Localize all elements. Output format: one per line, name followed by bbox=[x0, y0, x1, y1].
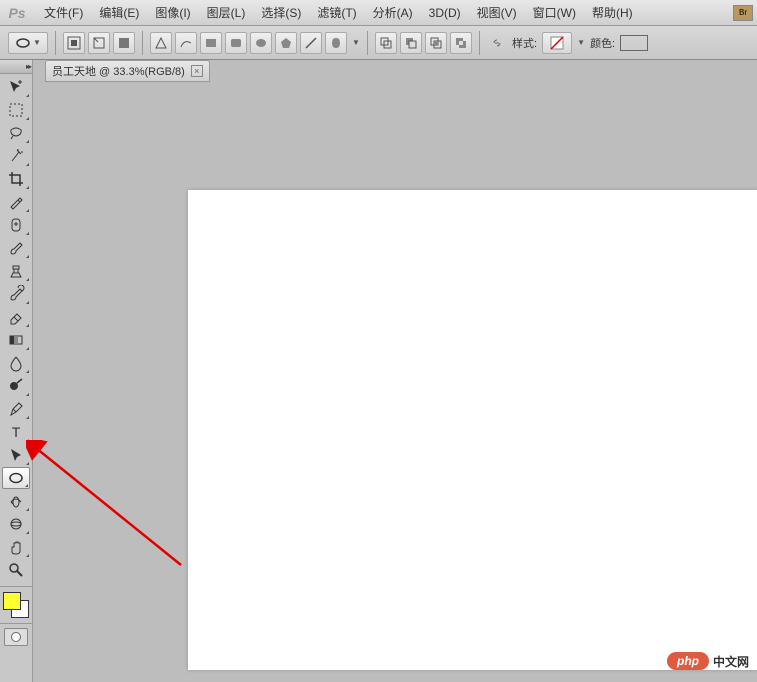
ellipse-shape-icon[interactable] bbox=[250, 32, 272, 54]
menu-layer[interactable]: 图层(L) bbox=[199, 0, 254, 25]
magic-wand-tool[interactable] bbox=[2, 145, 30, 167]
current-shape-dropdown[interactable]: ▼ bbox=[8, 32, 48, 54]
path-selection-tool[interactable] bbox=[2, 444, 30, 466]
menu-3d[interactable]: 3D(D) bbox=[421, 2, 469, 24]
path-intersect-mode[interactable] bbox=[425, 32, 447, 54]
healing-brush-tool[interactable] bbox=[2, 214, 30, 236]
svg-text:T: T bbox=[12, 424, 21, 440]
blur-tool[interactable] bbox=[2, 352, 30, 374]
eraser-tool[interactable] bbox=[2, 306, 30, 328]
watermark-text: 中文网 bbox=[713, 653, 749, 670]
3d-rotate-tool[interactable] bbox=[2, 490, 30, 512]
bridge-icon[interactable]: Br bbox=[733, 5, 753, 21]
menu-edit[interactable]: 编辑(E) bbox=[91, 0, 147, 25]
move-tool[interactable] bbox=[2, 76, 30, 98]
color-picker bbox=[0, 589, 32, 621]
hand-tool[interactable] bbox=[2, 536, 30, 558]
menu-analysis[interactable]: 分析(A) bbox=[365, 0, 421, 25]
menu-view[interactable]: 视图(V) bbox=[469, 0, 525, 25]
menu-image[interactable]: 图像(I) bbox=[147, 0, 198, 25]
expand-arrows-icon: ▸▸ bbox=[26, 62, 30, 71]
path-exclude-mode[interactable] bbox=[450, 32, 472, 54]
clone-stamp-tool[interactable] bbox=[2, 260, 30, 282]
pen-tool[interactable] bbox=[2, 398, 30, 420]
link-icon[interactable] bbox=[489, 35, 505, 51]
shape-layers-mode[interactable] bbox=[63, 32, 85, 54]
rounded-rect-shape-icon[interactable] bbox=[225, 32, 247, 54]
palette-expand-toggle[interactable]: ▸▸ bbox=[0, 60, 32, 74]
tool-palette: ▸▸ T bbox=[0, 60, 33, 682]
path-add-mode[interactable] bbox=[375, 32, 397, 54]
menu-bar: Ps 文件(F) 编辑(E) 图像(I) 图层(L) 选择(S) 滤镜(T) 分… bbox=[0, 0, 757, 26]
watermark: php 中文网 bbox=[667, 652, 749, 670]
marquee-tool[interactable] bbox=[2, 99, 30, 121]
path-subtract-mode[interactable] bbox=[400, 32, 422, 54]
ellipse-shape-tool[interactable] bbox=[2, 467, 30, 489]
ellipse-icon bbox=[15, 35, 31, 51]
app-logo: Ps bbox=[2, 1, 32, 25]
mask-icon bbox=[11, 632, 21, 642]
canvas[interactable] bbox=[188, 190, 757, 670]
type-tool[interactable]: T bbox=[2, 421, 30, 443]
line-shape-icon[interactable] bbox=[300, 32, 322, 54]
dropdown-arrow-icon: ▼ bbox=[33, 38, 41, 47]
lasso-tool[interactable] bbox=[2, 122, 30, 144]
menu-select[interactable]: 选择(S) bbox=[253, 0, 309, 25]
quick-mask-toggle[interactable] bbox=[4, 628, 28, 646]
menu-help[interactable]: 帮助(H) bbox=[584, 0, 641, 25]
paths-mode[interactable] bbox=[88, 32, 110, 54]
custom-shape-icon[interactable] bbox=[325, 32, 347, 54]
history-brush-tool[interactable] bbox=[2, 283, 30, 305]
shape-options-arrow-icon[interactable]: ▼ bbox=[352, 38, 360, 47]
no-style-icon bbox=[549, 35, 565, 51]
style-label: 样式: bbox=[512, 35, 537, 51]
style-arrow-icon[interactable]: ▼ bbox=[577, 38, 585, 47]
close-tab-icon[interactable]: × bbox=[191, 65, 203, 77]
freeform-pen-icon[interactable] bbox=[175, 32, 197, 54]
foreground-color[interactable] bbox=[3, 592, 21, 610]
3d-orbit-tool[interactable] bbox=[2, 513, 30, 535]
menu-filter[interactable]: 滤镜(T) bbox=[309, 0, 364, 25]
document-area: 员工天地 @ 33.3%(RGB/8) × bbox=[33, 60, 757, 682]
document-tab[interactable]: 员工天地 @ 33.3%(RGB/8) × bbox=[45, 60, 210, 82]
pen-shape-icon[interactable] bbox=[150, 32, 172, 54]
menu-window[interactable]: 窗口(W) bbox=[525, 0, 584, 25]
canvas-viewport[interactable] bbox=[33, 82, 757, 682]
document-tab-title: 员工天地 @ 33.3%(RGB/8) bbox=[52, 63, 185, 79]
eyedropper-tool[interactable] bbox=[2, 191, 30, 213]
polygon-shape-icon[interactable] bbox=[275, 32, 297, 54]
zoom-tool[interactable] bbox=[2, 559, 30, 581]
color-label: 颜色: bbox=[590, 35, 615, 51]
php-badge: php bbox=[667, 652, 709, 670]
style-dropdown[interactable] bbox=[542, 32, 572, 54]
gradient-tool[interactable] bbox=[2, 329, 30, 351]
menu-file[interactable]: 文件(F) bbox=[36, 0, 91, 25]
fill-color-swatch[interactable] bbox=[620, 35, 648, 51]
fill-pixels-mode[interactable] bbox=[113, 32, 135, 54]
brush-tool[interactable] bbox=[2, 237, 30, 259]
rect-shape-icon[interactable] bbox=[200, 32, 222, 54]
dodge-tool[interactable] bbox=[2, 375, 30, 397]
options-bar: ▼ ▼ 样式: ▼ 颜色: bbox=[0, 26, 757, 60]
crop-tool[interactable] bbox=[2, 168, 30, 190]
